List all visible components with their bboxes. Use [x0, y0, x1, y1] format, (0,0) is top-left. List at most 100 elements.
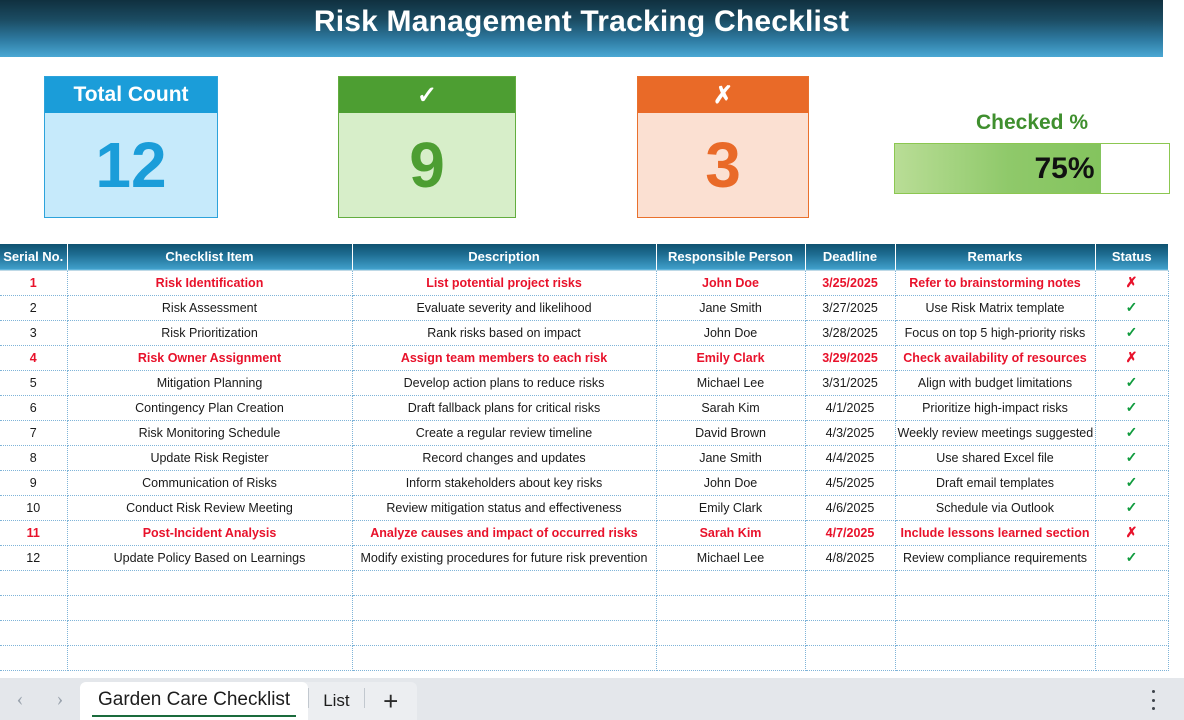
cell-status[interactable]: ✓ — [1095, 320, 1169, 346]
cell-deadline[interactable]: 4/3/2025 — [805, 420, 896, 446]
cell-empty[interactable] — [656, 620, 806, 646]
cell-empty[interactable] — [1095, 620, 1169, 646]
cell-serial-no[interactable]: 1 — [0, 270, 68, 296]
cell-description[interactable]: Analyze causes and impact of occurred ri… — [352, 520, 657, 546]
table-row[interactable]: 11 Post-Incident Analysis Analyze causes a… — [0, 520, 1169, 546]
cell-remarks[interactable]: Check availability of resources — [895, 345, 1096, 371]
table-row[interactable]: 6 Contingency Plan Creation Draft fallback… — [0, 395, 1169, 421]
cell-deadline[interactable]: 4/6/2025 — [805, 495, 896, 521]
add-sheet-button[interactable]: + — [365, 682, 417, 720]
cell-empty[interactable] — [805, 620, 896, 646]
cell-empty[interactable] — [67, 620, 353, 646]
cell-remarks[interactable]: Focus on top 5 high-priority risks — [895, 320, 1096, 346]
cell-responsible-person[interactable]: Sarah Kim — [656, 395, 806, 421]
table-row[interactable]: 9 Communication of Risks Inform stakeholde… — [0, 470, 1169, 496]
cell-checklist-item[interactable]: Communication of Risks — [67, 470, 353, 496]
cell-deadline[interactable]: 3/25/2025 — [805, 270, 896, 296]
cell-empty[interactable] — [0, 570, 68, 596]
cell-empty[interactable] — [67, 570, 353, 596]
cell-status[interactable]: ✓ — [1095, 445, 1169, 471]
cell-empty[interactable] — [352, 645, 657, 671]
cell-empty[interactable] — [656, 570, 806, 596]
cell-empty[interactable] — [895, 570, 1096, 596]
cell-responsible-person[interactable]: Jane Smith — [656, 445, 806, 471]
cell-status[interactable]: ✓ — [1095, 495, 1169, 521]
cell-responsible-person[interactable]: Emily Clark — [656, 495, 806, 521]
cell-checklist-item[interactable]: Update Policy Based on Learnings — [67, 545, 353, 571]
cell-empty[interactable] — [895, 595, 1096, 621]
cell-empty[interactable] — [1095, 570, 1169, 596]
column-header-checklist-item[interactable]: Checklist Item — [67, 244, 353, 271]
cell-status[interactable]: ✓ — [1095, 420, 1169, 446]
column-header-responsible-person[interactable]: Responsible Person — [656, 244, 806, 271]
table-row-empty[interactable] — [0, 645, 1169, 671]
cell-empty[interactable] — [1095, 595, 1169, 621]
column-header-status[interactable]: Status — [1095, 244, 1168, 271]
column-header-serial-no[interactable]: Serial No. — [0, 244, 68, 271]
cell-description[interactable]: Draft fallback plans for critical risks — [352, 395, 657, 421]
sheet-tab-garden-care-checklist[interactable]: Garden Care Checklist — [80, 682, 309, 720]
cell-remarks[interactable]: Prioritize high-impact risks — [895, 395, 1096, 421]
cell-responsible-person[interactable]: Jane Smith — [656, 295, 806, 321]
cell-empty[interactable] — [352, 620, 657, 646]
cell-serial-no[interactable]: 2 — [0, 295, 68, 321]
table-row-empty[interactable] — [0, 595, 1169, 621]
cell-empty[interactable] — [805, 570, 896, 596]
cell-responsible-person[interactable]: Michael Lee — [656, 545, 806, 571]
cell-remarks[interactable]: Schedule via Outlook — [895, 495, 1096, 521]
cell-checklist-item[interactable]: Conduct Risk Review Meeting — [67, 495, 353, 521]
cell-status[interactable]: ✗ — [1095, 345, 1169, 371]
table-row-empty[interactable] — [0, 620, 1169, 646]
cell-checklist-item[interactable]: Risk Owner Assignment — [67, 345, 353, 371]
cell-remarks[interactable]: Weekly review meetings suggested — [895, 420, 1096, 446]
cell-checklist-item[interactable]: Update Risk Register — [67, 445, 353, 471]
column-header-remarks[interactable]: Remarks — [895, 244, 1096, 271]
cell-responsible-person[interactable]: David Brown — [656, 420, 806, 446]
column-header-description[interactable]: Description — [352, 244, 657, 271]
table-row[interactable]: 5 Mitigation Planning Develop action plans… — [0, 370, 1169, 396]
cell-checklist-item[interactable]: Mitigation Planning — [67, 370, 353, 396]
cell-empty[interactable] — [805, 645, 896, 671]
cell-checklist-item[interactable]: Risk Identification — [67, 270, 353, 296]
cell-remarks[interactable]: Include lessons learned section — [895, 520, 1096, 546]
prev-sheet-button[interactable]: ‹ — [0, 678, 40, 720]
cell-deadline[interactable]: 4/5/2025 — [805, 470, 896, 496]
table-row[interactable]: 8 Update Risk Register Record changes and … — [0, 445, 1169, 471]
cell-responsible-person[interactable]: John Doe — [656, 320, 806, 346]
cell-description[interactable]: List potential project risks — [352, 270, 657, 296]
cell-responsible-person[interactable]: Emily Clark — [656, 345, 806, 371]
cell-checklist-item[interactable]: Contingency Plan Creation — [67, 395, 353, 421]
cell-serial-no[interactable]: 12 — [0, 545, 68, 571]
table-row[interactable]: 1 Risk Identification List potential proje… — [0, 270, 1169, 296]
cell-deadline[interactable]: 3/28/2025 — [805, 320, 896, 346]
cell-description[interactable]: Create a regular review timeline — [352, 420, 657, 446]
cell-responsible-person[interactable]: John Doe — [656, 470, 806, 496]
kebab-menu-icon[interactable] — [1144, 690, 1162, 710]
cell-deadline[interactable]: 4/1/2025 — [805, 395, 896, 421]
cell-deadline[interactable]: 4/8/2025 — [805, 545, 896, 571]
cell-deadline[interactable]: 3/29/2025 — [805, 345, 896, 371]
cell-description[interactable]: Assign team members to each risk — [352, 345, 657, 371]
cell-empty[interactable] — [0, 645, 68, 671]
cell-empty[interactable] — [656, 595, 806, 621]
cell-empty[interactable] — [352, 595, 657, 621]
cell-status[interactable]: ✗ — [1095, 270, 1169, 296]
cell-serial-no[interactable]: 8 — [0, 445, 68, 471]
cell-remarks[interactable]: Review compliance requirements — [895, 545, 1096, 571]
cell-deadline[interactable]: 4/4/2025 — [805, 445, 896, 471]
cell-empty[interactable] — [0, 595, 68, 621]
column-header-deadline[interactable]: Deadline — [805, 244, 896, 271]
sheet-tab-list[interactable]: List — [309, 682, 363, 720]
cell-remarks[interactable]: Use shared Excel file — [895, 445, 1096, 471]
cell-checklist-item[interactable]: Risk Monitoring Schedule — [67, 420, 353, 446]
cell-checklist-item[interactable]: Risk Prioritization — [67, 320, 353, 346]
cell-serial-no[interactable]: 4 — [0, 345, 68, 371]
cell-description[interactable]: Develop action plans to reduce risks — [352, 370, 657, 396]
cell-empty[interactable] — [67, 645, 353, 671]
cell-empty[interactable] — [352, 570, 657, 596]
cell-remarks[interactable]: Use Risk Matrix template — [895, 295, 1096, 321]
cell-empty[interactable] — [1095, 645, 1169, 671]
cell-status[interactable]: ✓ — [1095, 395, 1169, 421]
cell-remarks[interactable]: Align with budget limitations — [895, 370, 1096, 396]
table-row-empty[interactable] — [0, 570, 1169, 596]
